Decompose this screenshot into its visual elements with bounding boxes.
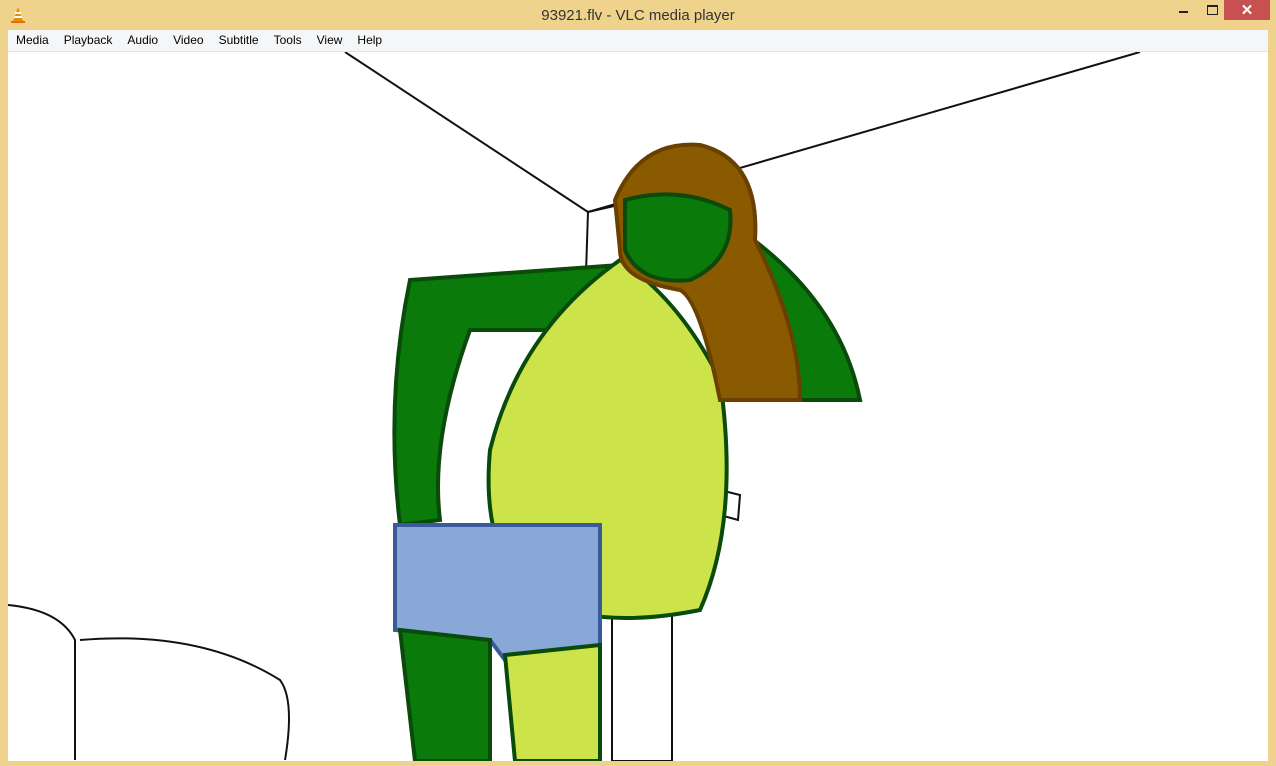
character — [392, 142, 863, 763]
maximize-icon — [1206, 5, 1218, 15]
menu-view[interactable]: View — [309, 30, 350, 51]
title-bar: 93921.flv - VLC media player ✕ — [0, 0, 1276, 30]
menu-media[interactable]: Media — [8, 30, 56, 51]
video-frame — [7, 51, 1141, 763]
menu-video[interactable]: Video — [165, 30, 210, 51]
menu-audio[interactable]: Audio — [119, 30, 165, 51]
menu-help[interactable]: Help — [349, 30, 389, 51]
maximize-button[interactable] — [1199, 0, 1225, 20]
minimize-button[interactable] — [1170, 0, 1196, 20]
close-button[interactable]: ✕ — [1224, 0, 1270, 20]
minimize-icon — [1178, 11, 1188, 13]
menu-subtitle[interactable]: Subtitle — [211, 30, 266, 51]
video-display[interactable] — [7, 51, 1268, 763]
menu-bar: Media Playback Audio Video Subtitle Tool… — [8, 30, 1268, 52]
window-title: 93921.flv - VLC media player — [541, 7, 735, 24]
menu-tools[interactable]: Tools — [266, 30, 309, 51]
close-icon: ✕ — [1240, 2, 1254, 19]
menu-playback[interactable]: Playback — [56, 30, 120, 51]
